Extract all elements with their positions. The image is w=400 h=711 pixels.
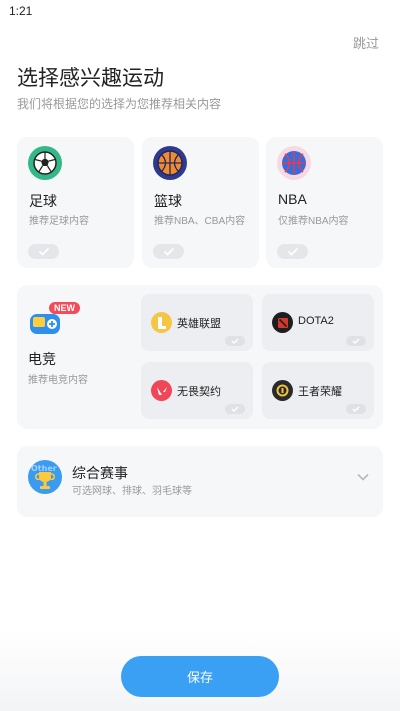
sport-desc: 仅推荐NBA内容 [278,216,349,227]
status-time: 1:21 [9,4,33,18]
check-icon [231,338,239,344]
sport-card-basketball[interactable]: 篮球 推荐NBA、CBA内容 [142,137,259,268]
check-icon [352,338,360,344]
sport-name: 篮球 [154,193,182,209]
save-button[interactable]: 保存 [121,656,279,697]
sport-name: NBA [278,191,307,207]
page-title: 选择感兴趣运动 [17,67,164,90]
check-toggle[interactable] [346,336,366,346]
new-badge: NEW [49,302,80,314]
sport-name: 足球 [29,193,57,209]
soccer-ball-icon [28,146,62,180]
check-icon [231,406,239,412]
general-events-card[interactable]: Other 综合赛事 可选网球、排球、羽毛球等 [17,446,383,517]
honor-of-kings-icon [272,380,293,401]
check-icon [287,247,298,256]
game-tile-valorant[interactable]: 无畏契约 [141,362,253,419]
general-desc: 可选网球、排球、羽毛球等 [72,486,192,497]
check-toggle[interactable] [346,404,366,414]
trophy-icon: Other [28,460,62,494]
chevron-down-icon[interactable] [357,468,369,486]
esports-card[interactable]: NEW 电竞 推荐电竞内容 英雄联盟 DOTA2 无畏契约 王者荣耀 [17,285,383,429]
game-name: 无畏契约 [177,386,221,398]
game-tile-honor-of-kings[interactable]: 王者荣耀 [262,362,374,419]
trophy-icon-label: Other [31,464,57,473]
check-toggle[interactable] [277,244,308,259]
nba-ball-icon [277,146,311,180]
game-tile-dota2[interactable]: DOTA2 [262,294,374,351]
general-name: 综合赛事 [72,465,128,481]
sport-desc: 推荐NBA、CBA内容 [154,216,246,227]
page-subtitle: 我们将根据您的选择为您推荐相关内容 [17,97,222,111]
check-toggle[interactable] [153,244,184,259]
valorant-icon [151,380,172,401]
esports-desc: 推荐电竞内容 [28,375,88,386]
sport-desc: 推荐足球内容 [29,216,89,227]
dota2-icon [272,312,293,333]
status-bar: 1:21 [0,0,400,22]
check-toggle[interactable] [225,336,245,346]
sport-card-nba[interactable]: NBA 仅推荐NBA内容 [266,137,383,268]
check-toggle[interactable] [225,404,245,414]
esports-name: 电竞 [28,351,56,367]
sport-card-football[interactable]: 足球 推荐足球内容 [17,137,134,268]
basketball-icon [153,146,187,180]
game-name: 英雄联盟 [177,318,221,330]
check-icon [352,406,360,412]
check-icon [38,247,49,256]
check-icon [163,247,174,256]
check-toggle[interactable] [28,244,59,259]
game-name: 王者荣耀 [298,386,342,398]
league-of-legends-icon [151,312,172,333]
skip-button[interactable]: 跳过 [353,33,379,52]
game-tile-lol[interactable]: 英雄联盟 [141,294,253,351]
game-name: DOTA2 [298,315,334,327]
